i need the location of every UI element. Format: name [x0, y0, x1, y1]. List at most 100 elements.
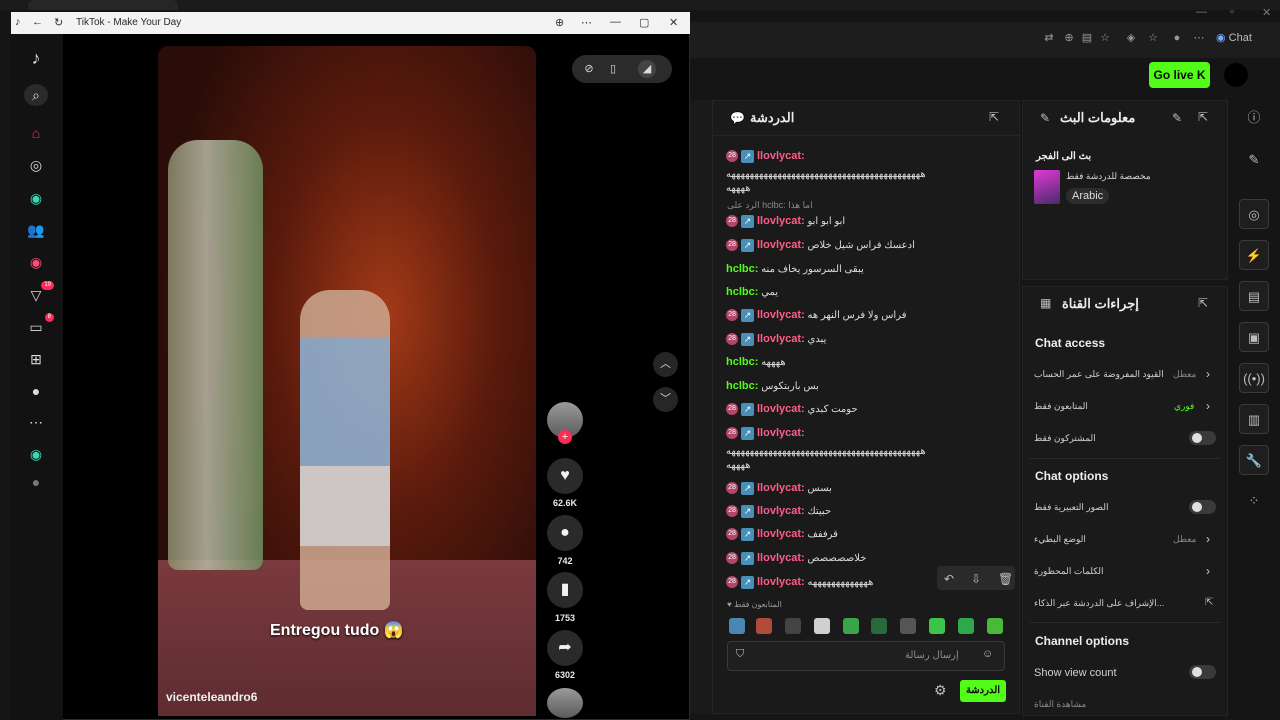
- info-icon[interactable]: ⓘ: [1239, 103, 1269, 133]
- chat-message[interactable]: 28 ↗ llovlycat: حبيتك: [726, 504, 1006, 519]
- followers-only-label[interactable]: المتابعون فقط: [1034, 401, 1088, 412]
- previous-video-button[interactable]: ︿: [653, 352, 678, 377]
- browser-tab[interactable]: [28, 0, 178, 10]
- subscribers-only-toggle[interactable]: [1189, 431, 1216, 445]
- chat-message[interactable]: هههههههههههههههههههههههههههههههههههههههه…: [726, 445, 1006, 459]
- chat-username[interactable]: llovlycat:: [757, 552, 805, 564]
- external-link-icon[interactable]: ⇱: [1205, 597, 1213, 608]
- profile-icon[interactable]: ●: [1170, 31, 1184, 45]
- banned-words-label[interactable]: الكلمات المحظورة: [1034, 566, 1103, 577]
- gear-icon[interactable]: ⚙: [934, 682, 947, 699]
- messages-icon[interactable]: ▭ 8: [24, 313, 54, 338]
- maximize-icon[interactable]: ▢: [639, 16, 649, 29]
- zoom-icon[interactable]: ⊕: [1062, 31, 1076, 45]
- emote[interactable]: [871, 618, 887, 634]
- comment-button[interactable]: ●: [547, 515, 583, 551]
- emoji-icon[interactable]: ☺: [982, 648, 993, 660]
- chat-message[interactable]: 28 ↗ llovlycat:: [726, 426, 1006, 441]
- account-avatar-icon[interactable]: ◉: [24, 443, 48, 465]
- back-arrow-icon[interactable]: ←: [32, 16, 43, 28]
- pin-icon[interactable]: ⇩: [971, 572, 981, 586]
- chat-message[interactable]: 28 ↗ llovlycat: خلاصصصصص: [726, 551, 1006, 566]
- chat-message[interactable]: ههههه: [726, 182, 1006, 196]
- popout-icon[interactable]: ⇱: [1198, 110, 1208, 124]
- emote[interactable]: [756, 618, 772, 634]
- video-username[interactable]: vicenteleandro6: [166, 690, 257, 704]
- activity-icon[interactable]: ▽ 19: [24, 281, 54, 306]
- phone-icon[interactable]: ▯: [604, 60, 622, 78]
- zoom-icon[interactable]: ⊕: [555, 16, 564, 29]
- more-icon[interactable]: ⋯: [1192, 31, 1206, 45]
- delete-icon[interactable]: 🗑: [998, 572, 1013, 586]
- emote[interactable]: [843, 618, 859, 634]
- music-avatar[interactable]: [547, 688, 583, 718]
- chat-message[interactable]: hclbc: بس باربتكوس: [726, 379, 1006, 394]
- layout-icon[interactable]: ▥: [1239, 404, 1269, 434]
- emote[interactable]: [900, 618, 916, 634]
- chat-message[interactable]: ههههه: [726, 459, 1006, 473]
- chat-username[interactable]: llovlycat:: [757, 505, 805, 517]
- camera-icon[interactable]: ◎: [1239, 199, 1269, 229]
- chat-message[interactable]: 28 ↗ llovlycat: حومت كبدي: [726, 402, 1006, 417]
- chevron-right-icon[interactable]: ›: [1206, 367, 1210, 381]
- chat-username[interactable]: hclbc:: [726, 380, 758, 392]
- popout-icon[interactable]: ⇱: [1198, 296, 1208, 310]
- pencil-icon[interactable]: ✎: [1239, 145, 1269, 175]
- profile-icon[interactable]: ●: [24, 380, 48, 402]
- chat-message[interactable]: 28 ↗ llovlycat: قرففف: [726, 527, 1006, 542]
- chat-message[interactable]: hclbc: يبقى السرسور يخاف منه: [726, 262, 1006, 277]
- translate-icon[interactable]: ⇄: [1042, 31, 1056, 45]
- chat-username[interactable]: hclbc:: [726, 356, 758, 368]
- emote[interactable]: [814, 618, 830, 634]
- bookmark-button[interactable]: ▮: [547, 572, 583, 608]
- follow-plus-icon[interactable]: +: [558, 430, 572, 444]
- apps-icon[interactable]: ⁘: [1239, 486, 1269, 516]
- emote[interactable]: [958, 618, 974, 634]
- minimize-icon[interactable]: —: [610, 16, 621, 28]
- chat-username[interactable]: llovlycat:: [757, 215, 805, 227]
- chat-message[interactable]: hclbc: ههههه: [726, 355, 1006, 370]
- chat-message[interactable]: 28 ↗ llovlycat: ادعسك فراس شيل خلاص: [726, 238, 1006, 253]
- explore-icon[interactable]: ◎: [24, 154, 48, 176]
- more-icon[interactable]: ⋯: [581, 16, 592, 29]
- star-icon[interactable]: ☆: [1098, 31, 1112, 45]
- extensions-icon[interactable]: ◈: [1124, 31, 1138, 45]
- edit-icon[interactable]: ✎: [1172, 111, 1182, 125]
- chat-username[interactable]: llovlycat:: [757, 528, 805, 540]
- close-icon[interactable]: ✕: [1262, 6, 1271, 19]
- chat-username[interactable]: llovlycat:: [757, 403, 805, 415]
- tiktok-logo-icon[interactable]: ♪: [24, 47, 48, 69]
- chat-message[interactable]: 28 ↗ llovlycat:: [726, 149, 1006, 164]
- refresh-icon[interactable]: ↻: [54, 16, 63, 29]
- home-icon[interactable]: ⌂: [24, 122, 48, 144]
- more-icon[interactable]: ⋯: [24, 411, 48, 433]
- friends-icon[interactable]: 👥: [24, 219, 48, 241]
- reply-icon[interactable]: ↶: [944, 572, 954, 586]
- next-video-button[interactable]: ﹀: [653, 387, 678, 412]
- chat-icon[interactable]: ▣: [1239, 322, 1269, 352]
- chat-input[interactable]: [727, 641, 1005, 671]
- like-button[interactable]: ♥: [547, 458, 583, 494]
- maximize-icon[interactable]: ▫: [1230, 6, 1234, 18]
- account-age-label[interactable]: القيود المفروضة على عمر الحساب: [1034, 369, 1164, 380]
- share-button[interactable]: ➦: [547, 630, 583, 666]
- live-icon[interactable]: ◉: [24, 251, 48, 273]
- chat-message[interactable]: 28 ↗ llovlycat: فراس ولا فرس النهر هه: [726, 308, 1006, 323]
- chat-message[interactable]: 28 ↗ llovlycat: ابو ابو ابو: [726, 214, 1006, 229]
- go-live-button[interactable]: Go live K: [1149, 62, 1210, 88]
- chat-username[interactable]: llovlycat:: [757, 309, 805, 321]
- chat-message[interactable]: hclbc: يمي: [726, 285, 1006, 300]
- following-icon[interactable]: ◉: [24, 187, 48, 209]
- favorites-icon[interactable]: ☆: [1146, 31, 1160, 45]
- upload-icon[interactable]: ⊞: [24, 348, 48, 370]
- emote[interactable]: [987, 618, 1003, 634]
- close-icon[interactable]: ✕: [669, 16, 678, 29]
- emotes-only-toggle[interactable]: [1189, 500, 1216, 514]
- document-icon[interactable]: ▤: [1239, 281, 1269, 311]
- mini-player-icon[interactable]: ◢: [638, 60, 656, 78]
- show-view-count-toggle[interactable]: [1189, 665, 1216, 679]
- chevron-right-icon[interactable]: ›: [1206, 532, 1210, 546]
- wrench-icon[interactable]: 🔧: [1239, 445, 1269, 475]
- chat-username[interactable]: llovlycat:: [757, 576, 805, 588]
- search-icon[interactable]: ⌕: [24, 84, 48, 106]
